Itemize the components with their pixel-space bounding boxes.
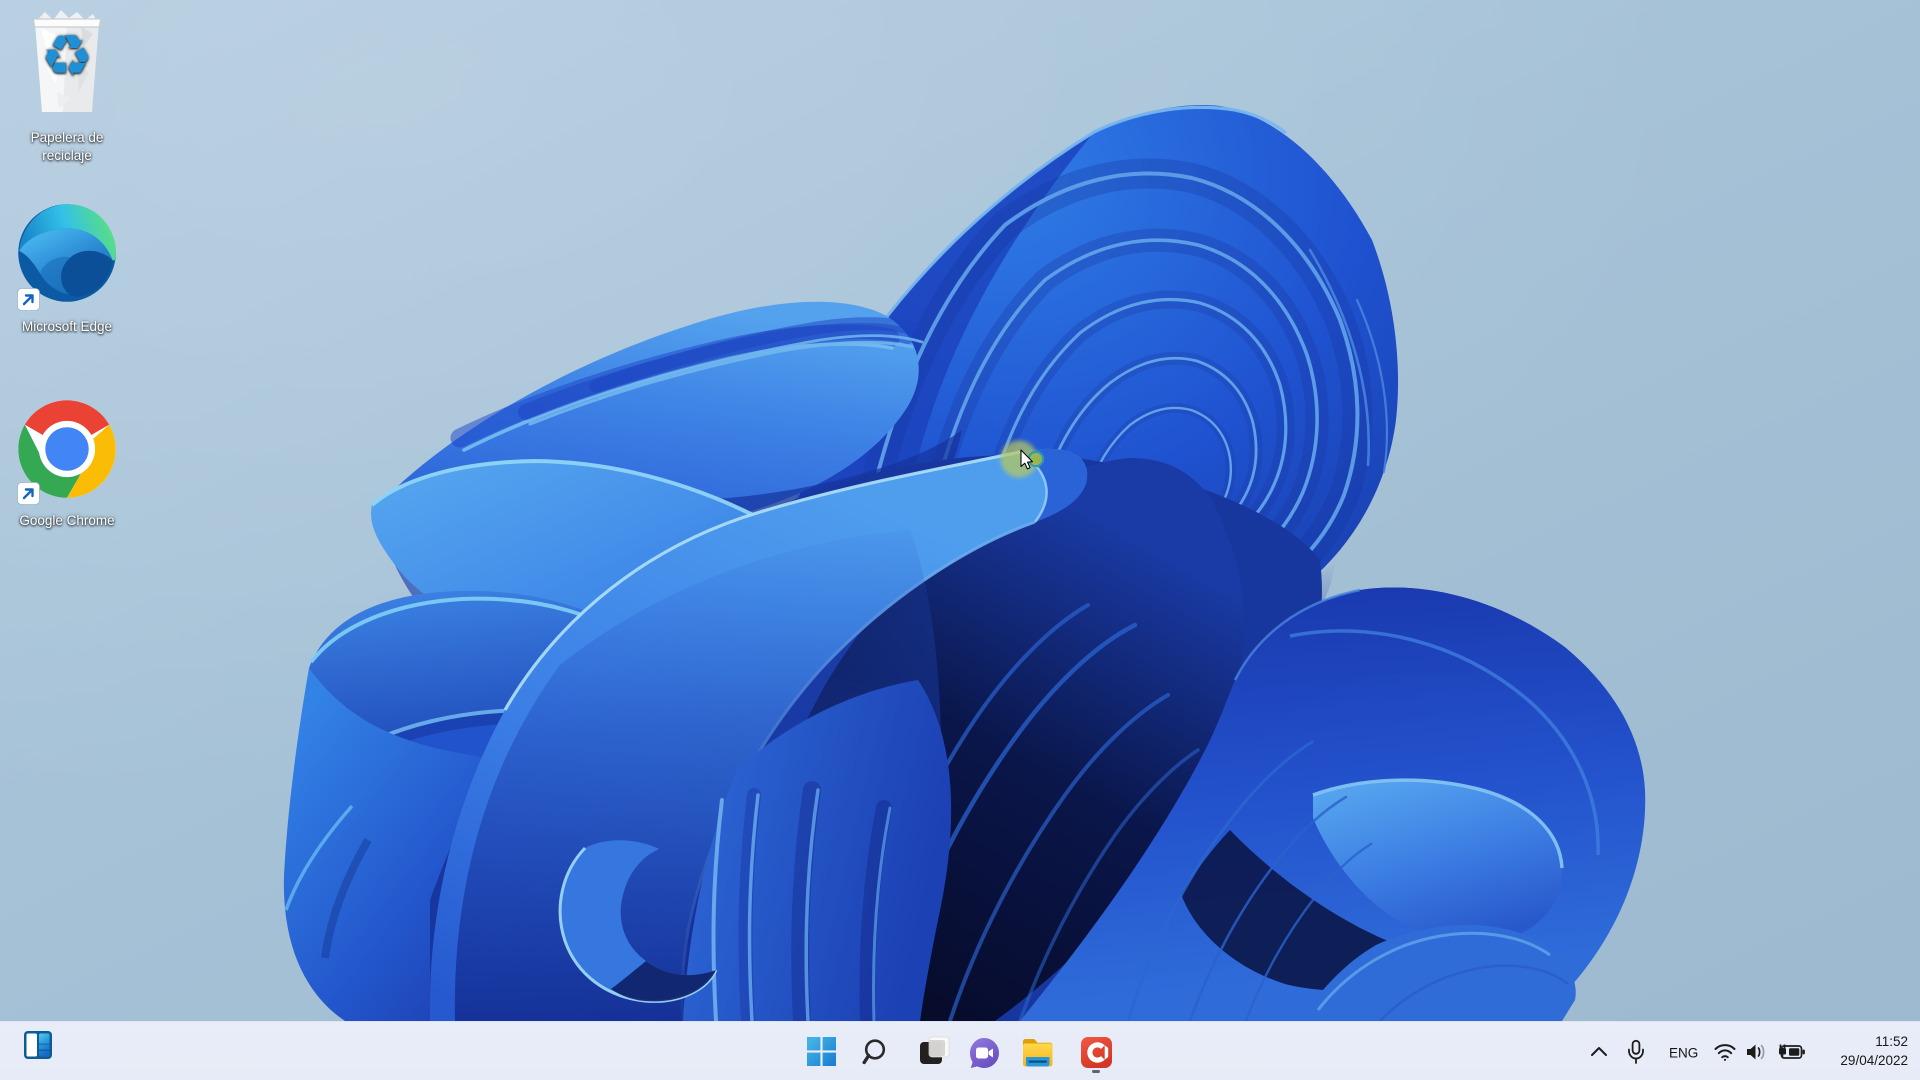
svg-text:ENG: ENG [1669,1046,1698,1061]
svg-text:♻: ♻ [41,24,93,89]
